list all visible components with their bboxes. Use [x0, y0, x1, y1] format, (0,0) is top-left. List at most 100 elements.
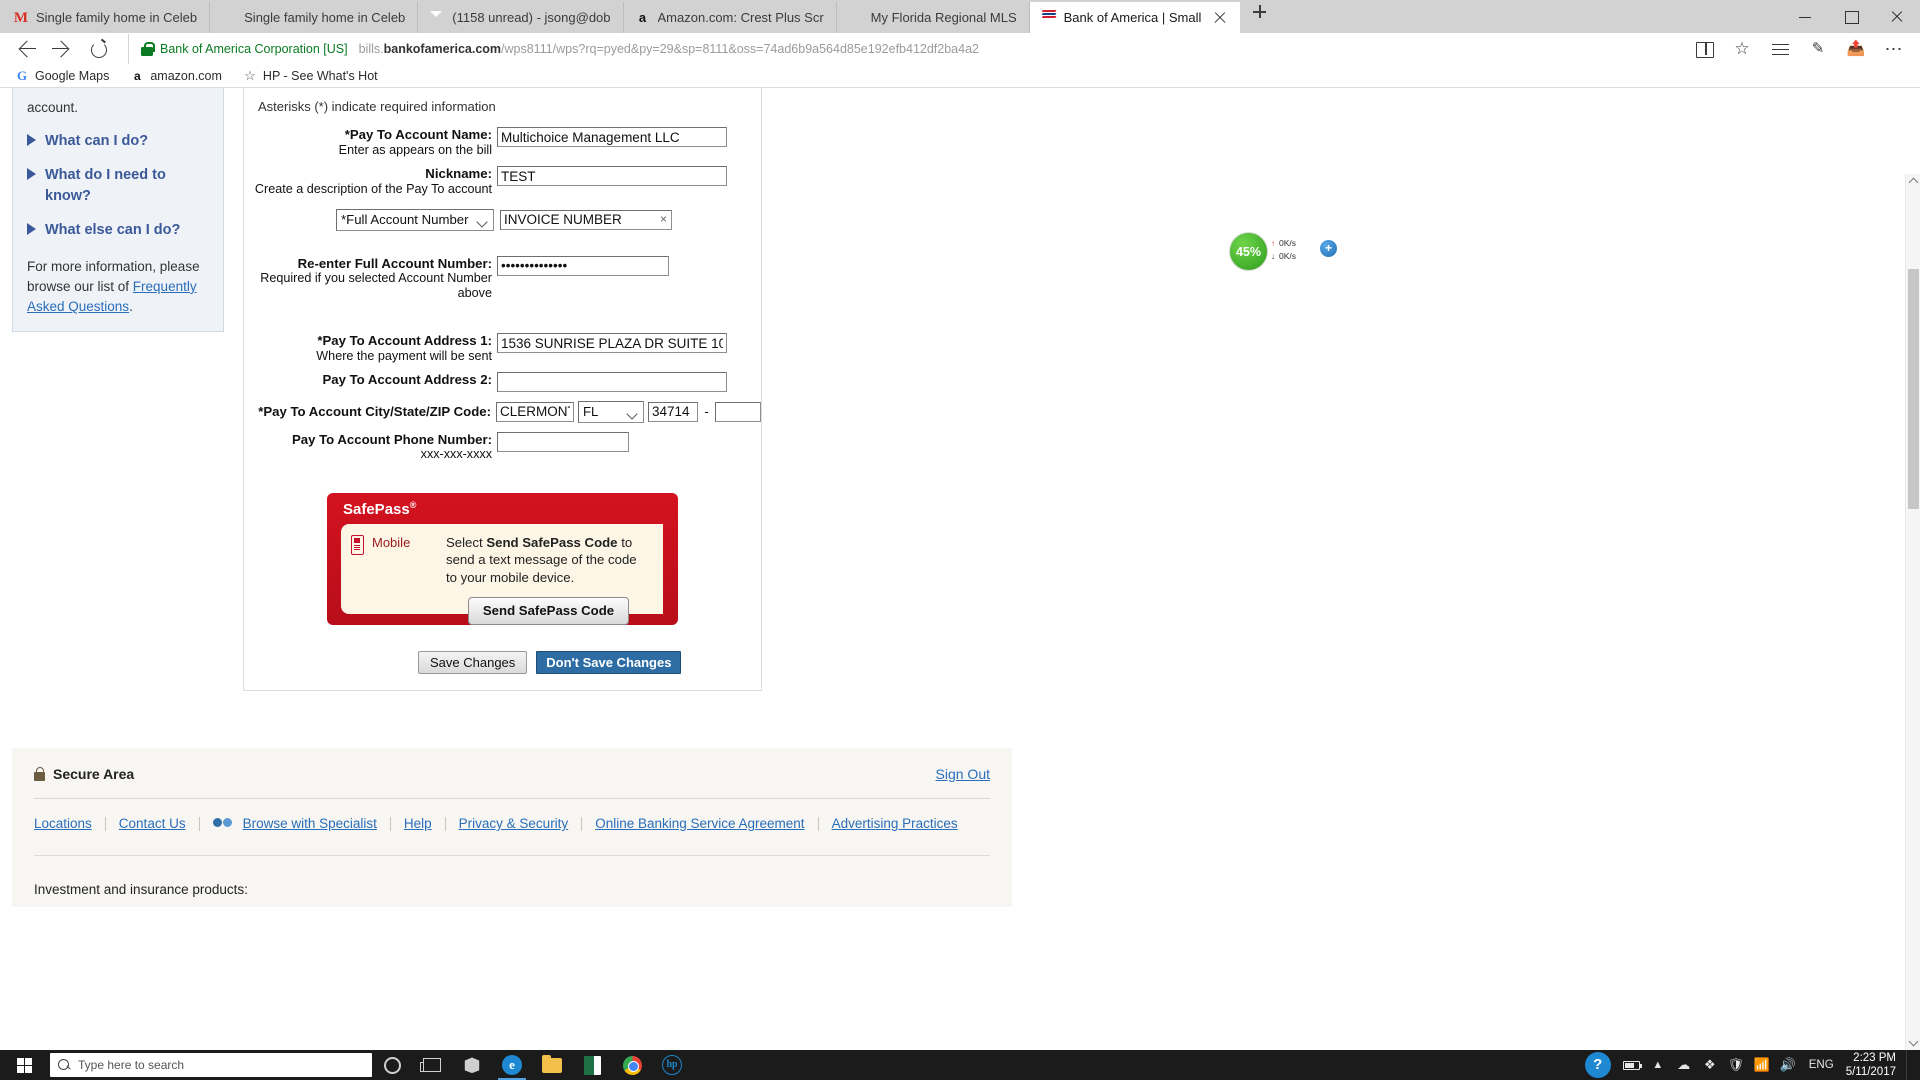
save-changes-button[interactable]: Save Changes — [418, 651, 528, 674]
web-note-icon[interactable]: ✎ — [1800, 34, 1836, 64]
safepass-instructions: Select Send SafePass Code to send a text… — [436, 524, 663, 625]
scrollbar-thumb[interactable] — [1908, 269, 1919, 509]
bookmark-item[interactable]: a amazon.com — [121, 69, 231, 83]
favorites-star-icon[interactable]: ☆ — [1724, 34, 1760, 64]
tab-label: Amazon.com: Crest Plus Scr — [657, 10, 824, 25]
help-link-what-do-i-need-to-know[interactable]: What do I need to know? — [27, 165, 209, 207]
sign-out-link[interactable]: Sign Out — [936, 766, 990, 782]
forward-icon[interactable] — [44, 34, 80, 64]
show-hidden-icons-chevron[interactable]: ▲ — [1645, 1050, 1671, 1080]
toolbar-icons: ☆ ✎ 📤 ⋯ — [1686, 34, 1912, 64]
dont-save-changes-button[interactable]: Don't Save Changes — [536, 651, 682, 674]
browser-window: M Single family home in Celeb Single fam… — [0, 0, 1920, 1050]
phone-number-input[interactable] — [497, 431, 629, 452]
send-safepass-code-button[interactable]: Send SafePass Code — [467, 597, 630, 625]
help-footer-suffix: . — [129, 299, 133, 315]
url-host-prefix: bills. — [358, 41, 384, 56]
back-icon[interactable] — [8, 34, 44, 64]
footer-inner: Secure Area Sign Out Locations Contact U… — [12, 748, 1012, 907]
bookmark-item[interactable]: ☆ HP - See What's Hot — [234, 68, 387, 83]
help-panel: account. What can I do? What do I need t… — [12, 88, 224, 333]
zip-plus-four-input[interactable] — [715, 401, 761, 422]
help-badge-icon[interactable]: ? — [1584, 1052, 1611, 1078]
browser-tab[interactable]: My Florida Regional MLS — [836, 2, 1030, 33]
footer-link-locations[interactable]: Locations — [34, 816, 105, 831]
task-view-button[interactable] — [412, 1050, 452, 1080]
scroll-up-icon[interactable] — [1906, 174, 1920, 189]
onedrive-icon[interactable]: ☁ — [1671, 1050, 1697, 1080]
taskbar-app-edge[interactable]: e — [492, 1050, 532, 1080]
field-label: *Pay To Account Address 1: — [317, 333, 492, 349]
taskbar-search-box[interactable]: Type here to search — [50, 1053, 372, 1077]
page-scrollbar[interactable] — [1905, 174, 1920, 1050]
share-icon[interactable]: 📤 — [1838, 34, 1874, 64]
safepass-channel-mobile[interactable]: Mobile — [341, 524, 436, 614]
footer-link-help[interactable]: Help — [391, 816, 445, 831]
reenter-account-number-input[interactable] — [497, 255, 669, 276]
account-number-input[interactable] — [500, 209, 672, 230]
help-link-what-else-can-i-do[interactable]: What else can I do? — [27, 220, 209, 241]
pay-to-account-name-input[interactable] — [497, 127, 727, 147]
network-widget-expand-button[interactable]: + — [1320, 240, 1337, 257]
field-label: Re-enter Full Account Number: — [297, 255, 492, 271]
store-button[interactable] — [452, 1050, 492, 1080]
field-control: *Full Account Number × — [336, 208, 761, 231]
reading-view-icon[interactable] — [1686, 34, 1722, 64]
hub-icon[interactable] — [1762, 34, 1798, 64]
shield-icon[interactable]: 🛡 — [1723, 1050, 1749, 1080]
help-link-what-can-i-do[interactable]: What can I do? — [27, 131, 209, 152]
taskbar-app-file-explorer[interactable] — [532, 1050, 572, 1080]
address-bar[interactable]: Bank of America Corporation [US] bills.b… — [128, 33, 1678, 64]
bookmark-item[interactable]: G Google Maps — [6, 68, 118, 83]
address-line-1-input[interactable] — [497, 333, 727, 354]
field-label: Pay To Account Address 2: — [322, 371, 492, 387]
close-window-button[interactable] — [1874, 0, 1920, 33]
volume-icon[interactable]: 🔊 — [1775, 1050, 1801, 1080]
clock[interactable]: 2:23 PM 5/11/2017 — [1842, 1051, 1906, 1079]
footer-link-contact-us[interactable]: Contact Us — [106, 816, 199, 831]
clear-input-icon[interactable]: × — [660, 213, 667, 225]
footer-link-privacy-security[interactable]: Privacy & Security — [446, 816, 582, 831]
taskbar-app-hp[interactable]: hp — [652, 1050, 692, 1080]
reload-icon[interactable] — [80, 34, 116, 64]
taskbar-app-excel[interactable] — [572, 1050, 612, 1080]
footer-link-browse-with-specialist[interactable]: Browse with Specialist — [243, 816, 377, 831]
form-row-account-number: *Full Account Number × — [244, 208, 761, 231]
browser-tab[interactable]: (1158 unread) - jsong@dob — [418, 2, 624, 33]
browser-tab-active[interactable]: Bank of America | Small — [1029, 2, 1241, 33]
footer-link-browse-with-specialist-group[interactable]: Browse with Specialist — [200, 816, 390, 831]
maximize-button[interactable] — [1828, 0, 1874, 33]
new-tab-button[interactable] — [1240, 2, 1278, 33]
start-button[interactable] — [0, 1050, 48, 1080]
page-viewport: account. What can I do? What do I need t… — [0, 88, 1920, 1050]
show-desktop-button[interactable] — [1906, 1050, 1914, 1080]
browser-tab[interactable]: M Single family home in Celeb — [2, 2, 211, 33]
footer-link-online-banking-service-agreement[interactable]: Online Banking Service Agreement — [582, 816, 817, 831]
network-icon[interactable]: 📶 — [1749, 1050, 1775, 1080]
address-line-2-input[interactable] — [497, 371, 727, 392]
account-number-type-select[interactable]: *Full Account Number — [336, 208, 494, 231]
language-indicator[interactable]: ENG — [1801, 1059, 1842, 1071]
city-input[interactable] — [496, 401, 574, 422]
network-speed-widget[interactable]: 45% ↑ 0K/s ↓ 0K/s + — [1229, 232, 1337, 271]
zip-code-input[interactable] — [648, 401, 698, 422]
footer-link-advertising-practices[interactable]: Advertising Practices — [819, 816, 971, 831]
state-select[interactable]: FL — [578, 400, 644, 423]
arrow-up-icon: ↑ — [1271, 239, 1275, 248]
dropbox-icon[interactable]: ❖ — [1697, 1050, 1723, 1080]
close-tab-icon[interactable] — [1212, 10, 1228, 26]
browser-tab[interactable]: Single family home in Celeb — [210, 2, 419, 33]
more-options-icon[interactable]: ⋯ — [1876, 34, 1912, 64]
scroll-down-icon[interactable] — [1906, 1035, 1920, 1050]
cortana-button[interactable] — [372, 1050, 412, 1080]
windows-taskbar: Type here to search e hp ? ▲ ☁ ❖ 🛡 📶 🔊 E… — [0, 1050, 1920, 1080]
safepass-title: SafePass® — [327, 493, 678, 518]
battery-icon[interactable] — [1619, 1050, 1645, 1080]
browser-tab[interactable]: a Amazon.com: Crest Plus Scr — [623, 2, 837, 33]
nickname-input[interactable] — [497, 166, 727, 187]
taskbar-app-chrome[interactable] — [612, 1050, 652, 1080]
safepass-panel: SafePass® Mobile Select Send SafePass Co… — [327, 493, 678, 625]
minimize-button[interactable] — [1782, 0, 1828, 33]
field-control — [497, 333, 761, 354]
tab-label: My Florida Regional MLS — [870, 10, 1017, 25]
